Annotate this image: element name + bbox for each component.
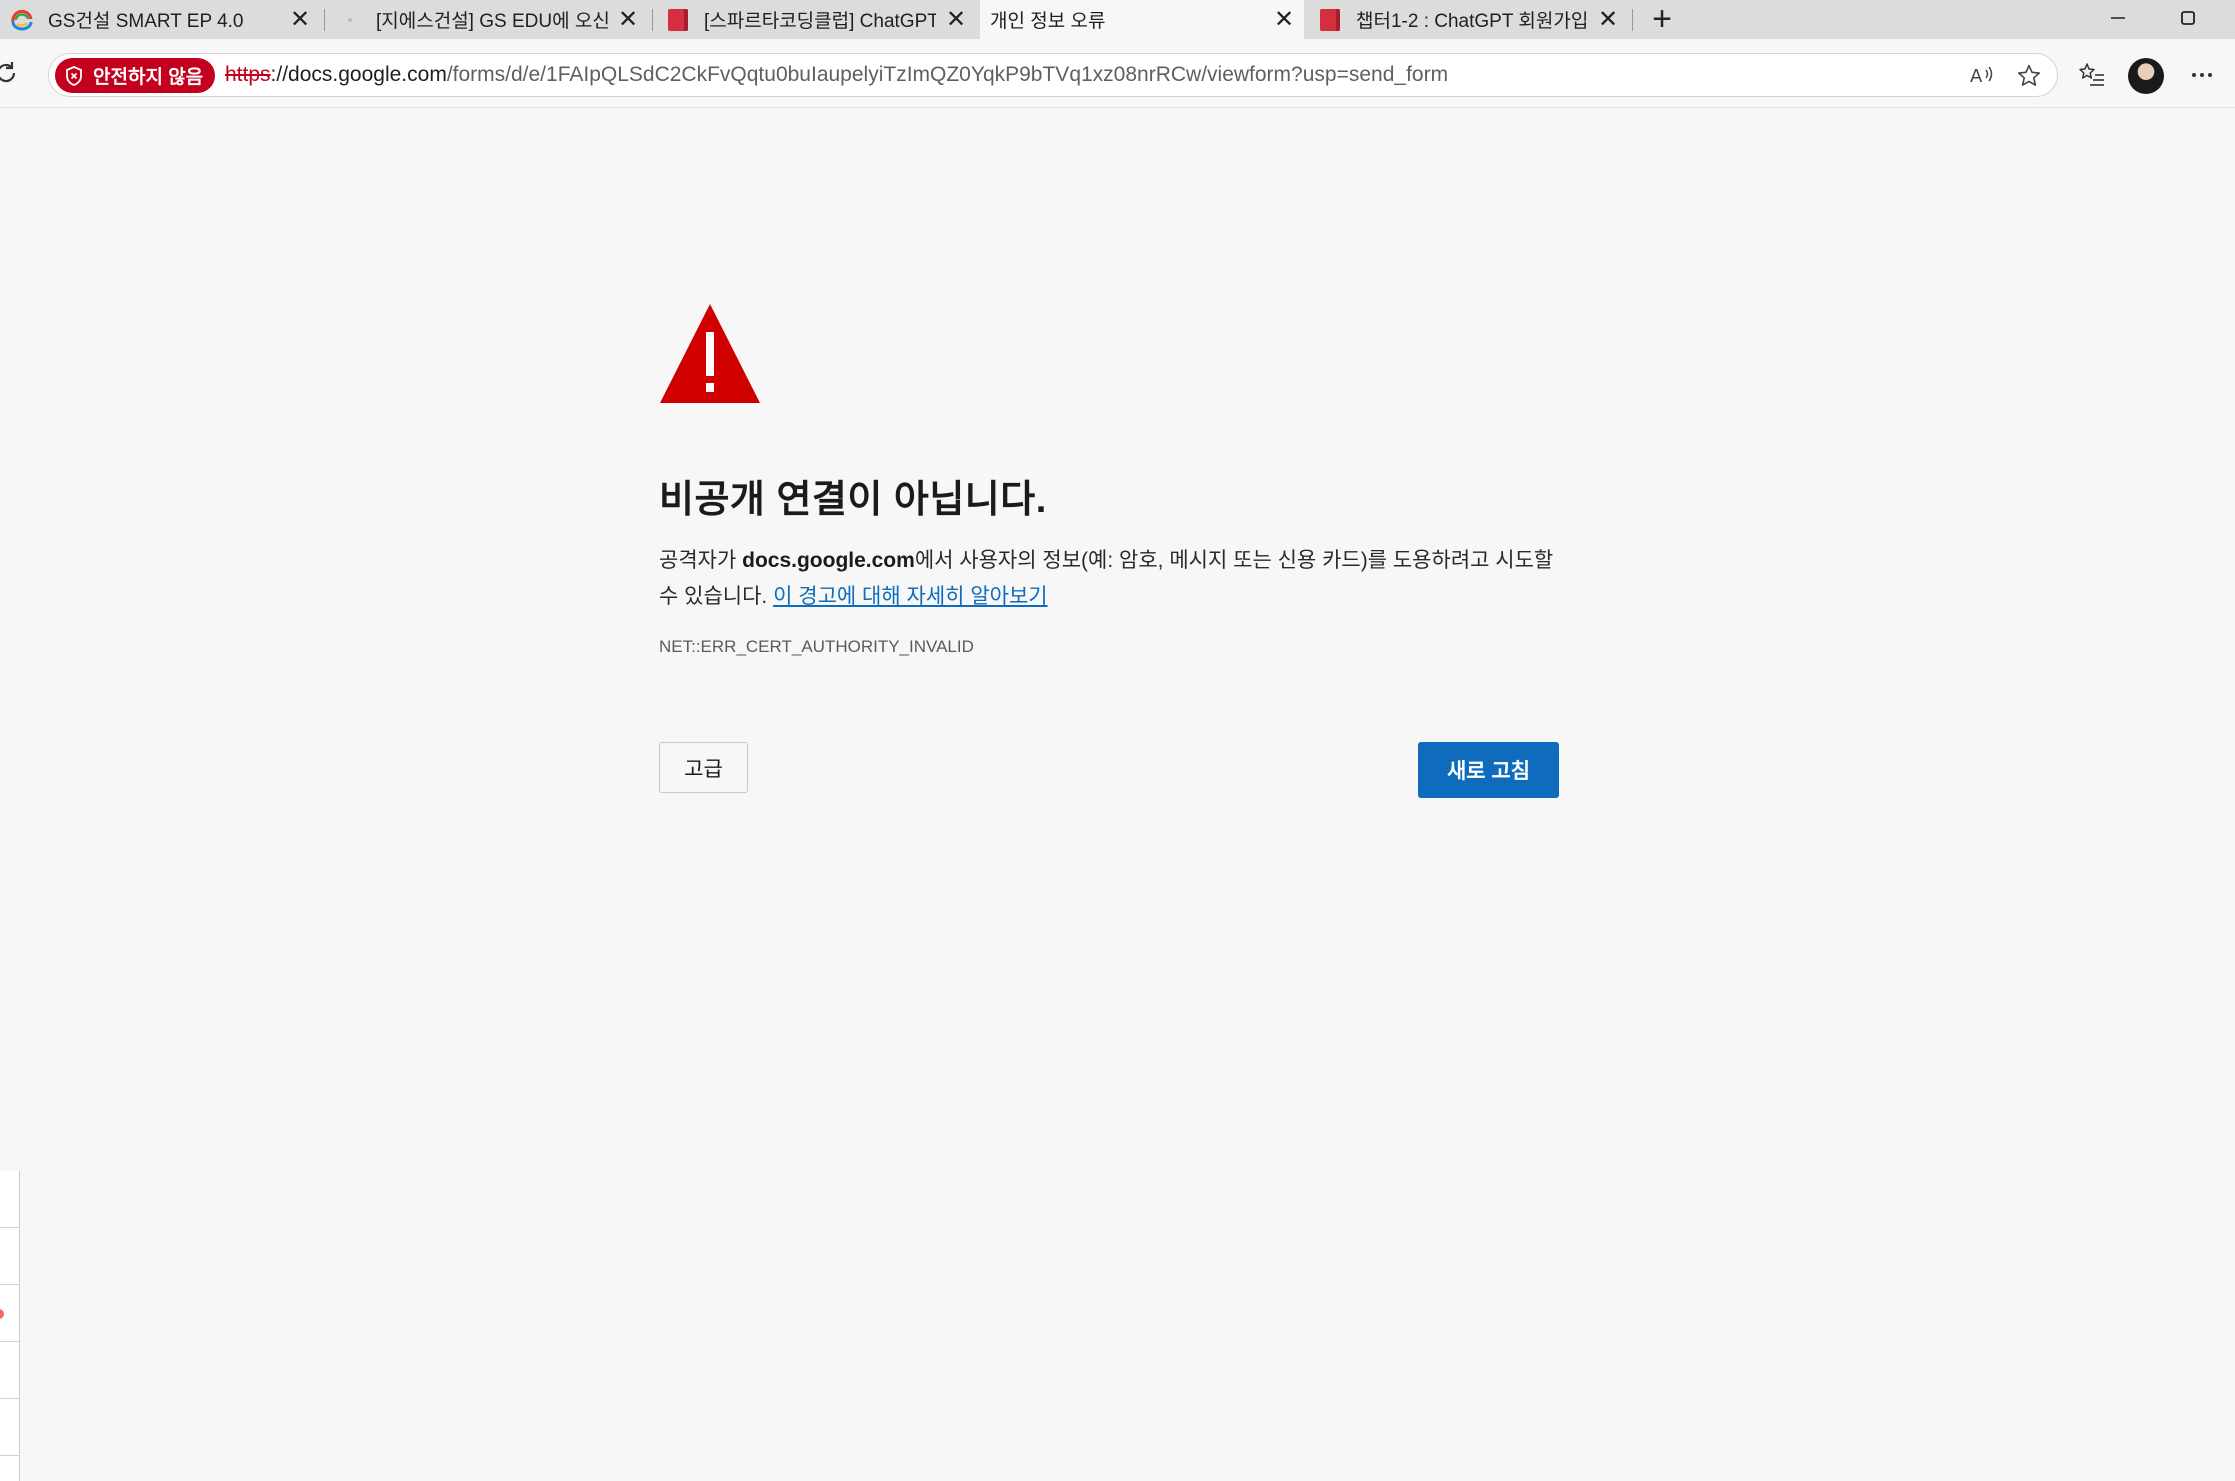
favorite-star-icon[interactable] [2013, 60, 2045, 92]
url-host: docs.google.com [288, 63, 447, 86]
close-tab-icon[interactable]: ✕ [280, 0, 320, 39]
reload-button[interactable]: 새로 고침 [1418, 742, 1559, 798]
tab-chapter-1-2[interactable]: 챕터1-2 : ChatGPT 회원가입 ✕ [1308, 0, 1628, 39]
status-dot-icon [0, 1309, 4, 1319]
warning-triangle-icon [659, 302, 761, 404]
close-tab-icon[interactable]: ✕ [936, 0, 976, 39]
tab-title: GS건설 SMART EP 4.0 [48, 11, 244, 32]
close-tab-icon[interactable]: ✕ [1588, 0, 1628, 39]
url-scheme: https [225, 63, 271, 86]
new-tab-button[interactable]: + [1644, 0, 1680, 39]
shield-warning-icon [65, 65, 83, 86]
tab-gs-edu[interactable]: [지에스건설] GS EDU에 오신 ✕ [328, 0, 648, 39]
url-separator: :// [270, 63, 289, 86]
tab-title: [지에스건설] GS EDU에 오신 [376, 11, 608, 32]
desc-host: docs.google.com [742, 549, 915, 572]
minimize-icon[interactable] [2088, 0, 2148, 35]
more-menu-icon[interactable] [2184, 57, 2220, 93]
desc-prefix: 공격자가 [659, 549, 743, 572]
security-warning-chip[interactable]: 안전하지 않음 [55, 58, 216, 93]
tab-strip: GS건설 SMART EP 4.0 ✕ [지에스건설] GS EDU에 오신 ✕… [0, 0, 2235, 39]
svg-text:A: A [1970, 66, 1983, 87]
maximize-icon[interactable] [2158, 0, 2218, 35]
advanced-button[interactable]: 고급 [659, 742, 748, 793]
tab-gs-smart-ep[interactable]: GS건설 SMART EP 4.0 ✕ [0, 0, 320, 39]
divider [0, 1284, 20, 1285]
gs-logo-icon [10, 8, 34, 32]
red-book-icon [666, 8, 690, 32]
divider [0, 1455, 20, 1456]
tab-title: 개인 정보 오류 [990, 11, 1106, 32]
blank-page-icon [338, 8, 362, 32]
browser-toolbar: 안전하지 않음 https://docs.google.com/forms/d/… [0, 39, 2235, 108]
close-tab-icon[interactable]: ✕ [1264, 0, 1304, 39]
url-text[interactable]: https://docs.google.com/forms/d/e/1FAIpQ… [225, 54, 1448, 96]
read-aloud-icon[interactable]: A [1966, 60, 1998, 92]
tab-separator [652, 9, 653, 31]
divider [0, 1227, 20, 1228]
url-path: /forms/d/e/1FAIpQLSdC2CkFvQqtu0buIaupely… [446, 63, 1449, 86]
tab-privacy-error[interactable]: 개인 정보 오류 ✕ [980, 0, 1304, 39]
side-panel-fragment [0, 1171, 20, 1481]
tab-separator [1632, 9, 1633, 31]
close-tab-icon[interactable]: ✕ [608, 0, 648, 39]
security-chip-label: 안전하지 않음 [93, 67, 204, 88]
learn-more-link[interactable]: 이 경고에 대해 자세히 알아보기 [773, 585, 1048, 608]
reload-icon[interactable] [0, 57, 22, 89]
profile-avatar[interactable] [2128, 58, 2164, 94]
error-code: NET::ERR_CERT_AUTHORITY_INVALID [659, 637, 974, 656]
tab-separator [324, 9, 325, 31]
address-bar[interactable]: 안전하지 않음 https://docs.google.com/forms/d/… [48, 53, 2058, 97]
divider [0, 1398, 20, 1399]
error-description: 공격자가 docs.google.com에서 사용자의 정보(예: 암호, 메시… [659, 543, 1569, 615]
error-heading: 비공개 연결이 아닙니다. [659, 479, 1047, 521]
tab-sparta-chatgpt[interactable]: [스파르타코딩클럽] ChatGPT ✕ [656, 0, 976, 39]
favorites-list-icon[interactable] [2074, 57, 2110, 93]
divider [0, 1341, 20, 1342]
red-book-icon [1318, 8, 1342, 32]
tab-title: 챕터1-2 : ChatGPT 회원가입 [1356, 11, 1588, 32]
tab-title: [스파르타코딩클럽] ChatGPT [704, 11, 936, 32]
